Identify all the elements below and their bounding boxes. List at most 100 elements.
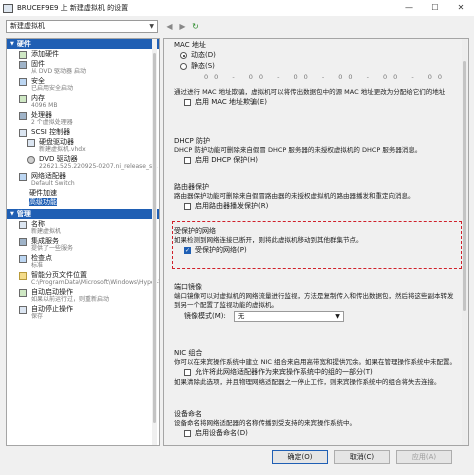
settings-tree: ▼ 硬件 添加硬件 固件从 DVD 驱动器 启动 安全 已启用安全启动 内存 4096… (6, 38, 160, 446)
sidebar-item-processor[interactable]: 处理器 2 个虚拟处理器 (7, 111, 159, 127)
checkpoint-icon (19, 255, 27, 263)
collapse-triangle-icon: ▼ (10, 41, 14, 47)
protected-network-description: 如果检测到网络连接已断开，则将此虚拟机移动到其他群集节点。 (174, 236, 363, 244)
sidebar-item-memory[interactable]: 内存 4096 MB (7, 94, 159, 110)
nic-teaming-description: 你可以在来宾操作系统中建立 NIC 组合来启用高带宽和提供冗余。如果在管理操作系… (174, 358, 456, 366)
refresh-icon[interactable]: ↻ (190, 21, 201, 32)
chevron-down-icon: ▼ (335, 313, 340, 320)
scsi-controller-icon (19, 129, 27, 137)
mac-address-section: MAC 地址 动态(D) 静态(S) 00 - 00 - 00 - 00 - 0… (174, 41, 459, 108)
radio-empty-icon (180, 63, 187, 70)
router-guard-description: 路由器保护功能可删除来自假冒路由器的未授权虚拟机的路由器播发和重定向消息。 (174, 192, 415, 200)
auto-stop-icon (19, 306, 27, 314)
maximize-button[interactable]: ☐ (422, 0, 448, 16)
sidebar-item-auto-stop[interactable]: 自动停止操作 保存 (7, 305, 159, 321)
port-mirroring-description: 端口镜像可以对虚拟机的网络流量进行监视，方法是复制传入和传出数据包，然后将这些副… (174, 292, 454, 309)
memory-icon (19, 95, 27, 103)
mirroring-mode-label: 镜像模式(M): (184, 312, 226, 320)
sidebar-item-hardware-acceleration[interactable]: 硬件加速 (7, 189, 159, 197)
settings-panel: MAC 地址 动态(D) 静态(S) 00 - 00 - 00 - 00 - 0… (163, 38, 469, 446)
close-button[interactable]: ✕ (448, 0, 474, 16)
sidebar-item-advanced-features[interactable]: 高级功能 (7, 198, 159, 206)
mac-address-value: 00 - 00 - 00 - 00 - 00 - 00 (204, 73, 449, 81)
hyperv-app-icon (3, 3, 13, 13)
checkbox-empty-icon (184, 369, 191, 376)
sidebar-item-integration-services[interactable]: 集成服务 提供了一些服务 (7, 237, 159, 253)
name-tag-icon (19, 221, 27, 229)
toolbar: 新建虚拟机 ▼ ◀ ▶ ↻ (0, 16, 474, 36)
panel-scrollbar[interactable] (462, 39, 467, 445)
back-arrow-icon[interactable]: ◀ (164, 21, 175, 32)
mac-address-title: MAC 地址 (174, 41, 206, 49)
sidebar-item-scsi[interactable]: SCSI 控制器 (7, 128, 159, 137)
hard-drive-icon (27, 139, 35, 147)
nic-teaming-title: NIC 组合 (174, 349, 203, 357)
title-bar: BRUCEF9E9 上 新建虚拟机 的设置 — ☐ ✕ (0, 0, 474, 16)
dhcp-guard-description: DHCP 防护功能可删除来自假冒 DHCP 服务器的未授权虚拟机的 DHCP 服… (174, 146, 422, 154)
dhcp-guard-checkbox[interactable]: 启用 DHCP 保护(H) (184, 155, 459, 166)
nic-teaming-note: 如果清除此选项，并且物理网络适配器之一停止工作，则来宾操作系统中的组合将失去连接… (174, 378, 441, 386)
minimize-button[interactable]: — (396, 0, 422, 16)
protected-network-section: 受保护的网络 如果检测到网络连接已断开，则将此虚拟机移动到其他群集节点。 ✓ 受保… (174, 227, 459, 256)
tree-scrollbar-thumb[interactable] (153, 53, 156, 423)
radio-selected-icon (180, 52, 187, 59)
checkbox-empty-icon (184, 430, 191, 437)
auto-start-icon (19, 289, 27, 297)
checkbox-checked-icon: ✓ (184, 247, 191, 254)
mac-static-radio[interactable]: 静态(S) (180, 61, 459, 72)
collapse-triangle-icon: ▼ (10, 211, 14, 217)
sidebar-item-dvd-drive[interactable]: DVD 驱动器 22621.525.220925-0207.ni_release_… (7, 155, 159, 171)
router-guard-checkbox[interactable]: 启用路由器播发保护(R) (184, 201, 459, 212)
mirroring-mode-row: 镜像模式(M): 无 ▼ (184, 311, 459, 322)
vm-selector-value: 新建虚拟机 (10, 22, 45, 30)
router-guard-section: 路由器保护 路由器保护功能可删除来自假冒路由器的未授权虚拟机的路由器播发和重定向… (174, 183, 459, 212)
sidebar-item-add-hardware[interactable]: 添加硬件 (7, 50, 159, 59)
chevron-down-icon: ▼ (149, 22, 154, 30)
port-mirroring-title: 端口镜像 (174, 283, 202, 291)
integration-services-icon (19, 238, 27, 246)
hardware-header[interactable]: ▼ 硬件 (7, 39, 159, 49)
mac-spoof-description: 通过进行 MAC 地址欺骗，虚拟机可以将传出数据包中的源 MAC 地址更改为分配… (174, 88, 446, 96)
processor-icon (19, 112, 27, 120)
dhcp-guard-section: DHCP 防护 DHCP 防护功能可删除来自假冒 DHCP 服务器的未授权虚拟机… (174, 137, 459, 166)
apply-button[interactable]: 应用(A) (396, 450, 452, 464)
mirroring-mode-select[interactable]: 无 ▼ (233, 311, 344, 322)
vm-selector[interactable]: 新建虚拟机 ▼ (6, 19, 158, 33)
sidebar-item-firmware[interactable]: 固件从 DVD 驱动器 启动 (7, 60, 159, 76)
ok-button[interactable]: 确定(O) (272, 450, 328, 464)
nic-teaming-checkbox[interactable]: 允许将此网络适配器作为来宾操作系统中的组的一部分(T) (184, 367, 459, 378)
port-mirroring-section: 端口镜像 端口镜像可以对虚拟机的网络流量进行监视，方法是复制传入和传出数据包，然… (174, 283, 459, 322)
panel-scrollbar-thumb[interactable] (463, 61, 466, 311)
forward-arrow-icon[interactable]: ▶ (177, 21, 188, 32)
device-naming-description: 设备命名将网络适配器的名称传播到受支持的来宾操作系统中。 (174, 419, 356, 427)
checkbox-empty-icon (184, 99, 191, 106)
sidebar-item-security[interactable]: 安全 已启用安全启动 (7, 77, 159, 93)
sidebar-item-name[interactable]: 名称 新建虚拟机 (7, 220, 159, 236)
folder-icon (19, 272, 27, 280)
add-hardware-icon (19, 51, 27, 59)
firmware-icon (19, 61, 27, 69)
checkbox-empty-icon (184, 203, 191, 210)
sidebar-item-network-adapter[interactable]: 网络适配器 Default Switch (7, 172, 159, 188)
mac-dynamic-radio[interactable]: 动态(D) (180, 50, 459, 61)
device-naming-checkbox[interactable]: 启用设备命名(D) (184, 428, 459, 439)
dvd-drive-icon (27, 156, 35, 164)
sidebar-item-auto-start[interactable]: 自动启动操作 如果以前运行过，则重新启动 (7, 288, 159, 304)
router-guard-title: 路由器保护 (174, 183, 209, 191)
tree-scrollbar[interactable] (152, 39, 157, 445)
sidebar-item-smart-paging[interactable]: 智能分页文件位置 C:\ProgramData\Microsoft\Windows… (7, 271, 159, 287)
window-title: BRUCEF9E9 上 新建虚拟机 的设置 (17, 4, 129, 12)
protected-network-checkbox[interactable]: ✓ 受保护的网络(P) (184, 245, 459, 256)
sidebar-item-hard-drive[interactable]: 硬盘驱动器 新建虚拟机.vhdx (7, 138, 159, 154)
nic-teaming-section: NIC 组合 你可以在来宾操作系统中建立 NIC 组合来启用高带宽和提供冗余。如… (174, 349, 459, 387)
sidebar-item-checkpoints[interactable]: 检查点 标准 (7, 254, 159, 270)
device-naming-section: 设备命名 设备命名将网络适配器的名称传播到受支持的来宾操作系统中。 启用设备命名… (174, 410, 459, 439)
management-header[interactable]: ▼ 管理 (7, 209, 159, 219)
checkbox-empty-icon (184, 157, 191, 164)
device-naming-title: 设备命名 (174, 410, 202, 418)
mac-spoof-checkbox[interactable]: 启用 MAC 地址欺骗(E) (184, 97, 459, 108)
cancel-button[interactable]: 取消(C) (334, 450, 390, 464)
protected-network-title: 受保护的网络 (174, 227, 216, 235)
dhcp-guard-title: DHCP 防护 (174, 137, 210, 145)
shield-icon (19, 78, 27, 86)
